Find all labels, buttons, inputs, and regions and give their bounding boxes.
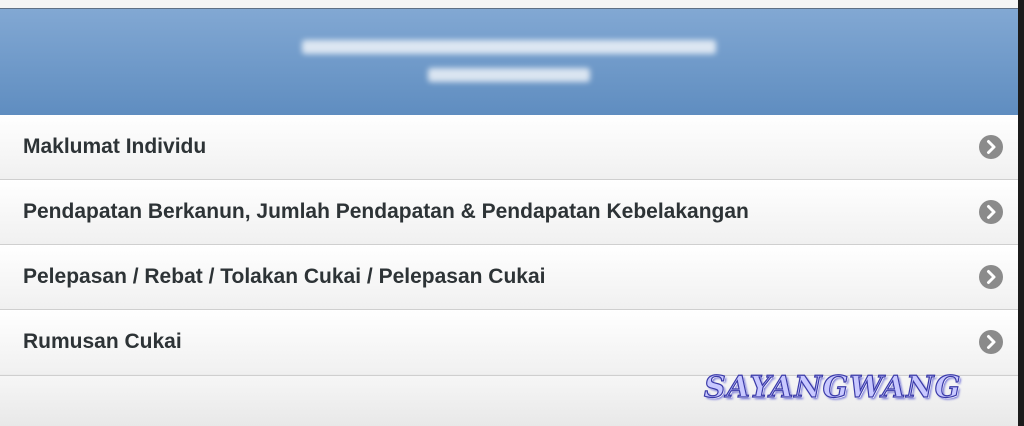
app-screen: Maklumat Individu Pendapatan Berkanun, J…	[0, 0, 1018, 426]
menu-item-label: Pendapatan Berkanun, Jumlah Pendapatan &…	[23, 200, 749, 223]
top-bar	[0, 0, 1018, 9]
menu-item-label: Maklumat Individu	[23, 135, 207, 158]
screen-edge	[1018, 0, 1024, 426]
menu-list: Maklumat Individu Pendapatan Berkanun, J…	[0, 115, 1018, 374]
menu-item-rumusan-cukai[interactable]: Rumusan Cukai	[0, 309, 1018, 374]
watermark-logo: SAYANGWANG	[703, 369, 962, 405]
chevron-right-circle-icon	[979, 135, 1003, 159]
page-header	[0, 9, 1018, 115]
header-blurred-title	[302, 40, 716, 54]
chevron-right-circle-icon	[979, 265, 1003, 289]
menu-item-pelepasan[interactable]: Pelepasan / Rebat / Tolakan Cukai / Pele…	[0, 244, 1018, 309]
chevron-right-circle-icon	[979, 330, 1003, 354]
menu-item-maklumat-individu[interactable]: Maklumat Individu	[0, 115, 1018, 179]
header-blurred-subtitle	[428, 68, 590, 82]
menu-item-label: Rumusan Cukai	[23, 330, 182, 353]
menu-item-label: Pelepasan / Rebat / Tolakan Cukai / Pele…	[23, 265, 546, 288]
chevron-right-circle-icon	[979, 200, 1003, 224]
menu-item-pendapatan[interactable]: Pendapatan Berkanun, Jumlah Pendapatan &…	[0, 179, 1018, 244]
